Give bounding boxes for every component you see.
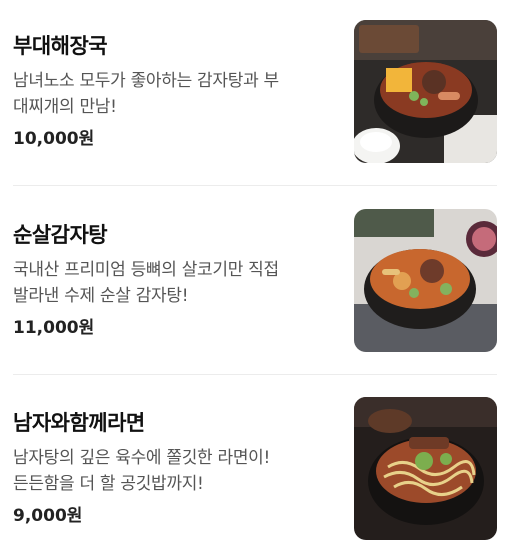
menu-item-sunsal-gamjatang[interactable]: 순살감자탕 국내산 프리미엄 등뼈의 살코기만 직접 발라낸 수제 순살 감자탕… bbox=[0, 209, 505, 359]
description-line: 국내산 프리미엄 등뼈의 살코기만 직접 bbox=[13, 260, 279, 280]
menu-item-namja-ramen[interactable]: 남자와함께라면 남자탕의 깊은 육수에 쫄깃한 라면이! 든든함을 더 할 공깃… bbox=[0, 397, 505, 547]
ramen-stew-photo[interactable] bbox=[354, 397, 497, 540]
menu-item-title: 부대해장국 bbox=[13, 34, 108, 58]
menu-item-price: 9,000원 bbox=[13, 506, 83, 526]
divider bbox=[13, 374, 497, 375]
menu-item-price: 11,000원 bbox=[13, 318, 95, 338]
menu-item-description: 국내산 프리미엄 등뼈의 살코기만 직접 발라낸 수제 순살 감자탕! bbox=[13, 257, 343, 309]
menu-item-title: 남자와함께라면 bbox=[13, 411, 145, 435]
description-line: 발라낸 수제 순살 감자탕! bbox=[13, 286, 189, 306]
menu-list: 부대해장국 남녀노소 모두가 좋아하는 감자탕과 부 대찌개의 만남! 10,0… bbox=[0, 0, 505, 558]
menu-item-price: 10,000원 bbox=[13, 129, 95, 149]
description-line: 남녀노소 모두가 좋아하는 감자탕과 부 bbox=[13, 71, 279, 91]
description-line: 든든함을 더 할 공깃밥까지! bbox=[13, 474, 204, 494]
menu-item-budae-haejangguk[interactable]: 부대해장국 남녀노소 모두가 좋아하는 감자탕과 부 대찌개의 만남! 10,0… bbox=[0, 20, 505, 170]
menu-item-description: 남녀노소 모두가 좋아하는 감자탕과 부 대찌개의 만남! bbox=[13, 68, 343, 120]
menu-item-description: 남자탕의 깊은 육수에 쫄깃한 라면이! 든든함을 더 할 공깃밥까지! bbox=[13, 445, 343, 497]
budae-stew-photo[interactable] bbox=[354, 20, 497, 163]
menu-item-title: 순살감자탕 bbox=[13, 223, 108, 247]
description-line: 대찌개의 만남! bbox=[13, 97, 117, 117]
description-line: 남자탕의 깊은 육수에 쫄깃한 라면이! bbox=[13, 448, 271, 468]
divider bbox=[13, 185, 497, 186]
boneless-gamjatang-photo[interactable] bbox=[354, 209, 497, 352]
